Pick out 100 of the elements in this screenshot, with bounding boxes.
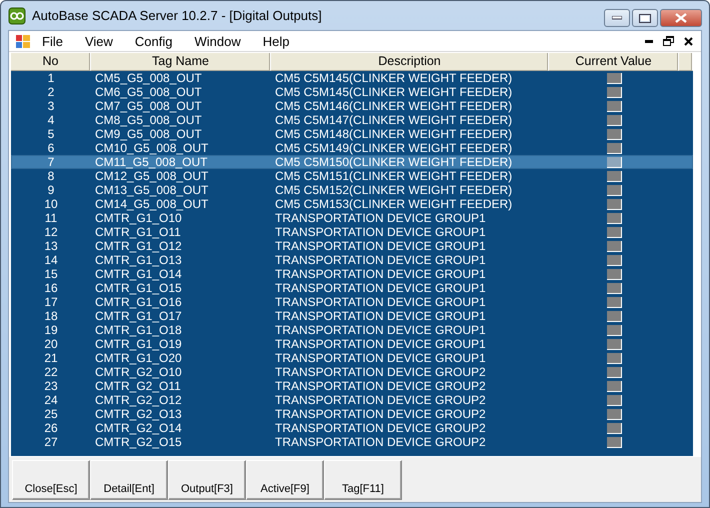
table-cell-text: CMTR_G2_O13 (94, 407, 183, 421)
table-cell-text: CM5 C5M149(CLINKER WEIGHT FEEDER) (274, 141, 514, 155)
maximize-button[interactable] (632, 9, 658, 27)
table-cell-text: 25 (43, 407, 59, 421)
table-cell-text: 6 (46, 141, 56, 155)
table-cell-text: CM5 C5M153(CLINKER WEIGHT FEEDER) (274, 197, 514, 211)
table-cell-text: TRANSPORTATION DEVICE GROUP2 (274, 393, 487, 407)
table-cell-text: 7 (46, 155, 56, 169)
table-cell-text: 20 (43, 337, 59, 351)
table-cell-text: 13 (43, 239, 59, 253)
table-cell-text: CMTR_G2_O14 (94, 421, 183, 435)
table-cell-text: TRANSPORTATION DEVICE GROUP2 (274, 421, 487, 435)
column-header[interactable]: Description (271, 53, 549, 71)
table-cell-text: 17 (43, 295, 59, 309)
restore-icon[interactable] (663, 36, 674, 46)
table-cell-text: CMTR_G2_O10 (94, 365, 183, 379)
table-cell-text: TRANSPORTATION DEVICE GROUP2 (274, 365, 487, 379)
function-button[interactable]: Output[F3] (168, 460, 246, 500)
table-cell-text: 23 (43, 379, 59, 393)
menu-item[interactable]: Help (252, 34, 300, 48)
table-cell-text: 14 (43, 253, 59, 267)
table-cell-text: CM10_G5_008_OUT (94, 141, 210, 155)
table-cell-text: CM8_G5_008_OUT (94, 113, 203, 127)
table-cell-text: 4 (46, 113, 56, 127)
table-cell-text: CM7_G5_008_OUT (94, 99, 203, 113)
table-cell-text: CM5 C5M152(CLINKER WEIGHT FEEDER) (274, 183, 514, 197)
table-cell-text: 1 (46, 71, 56, 85)
table-cell-text: TRANSPORTATION DEVICE GROUP1 (274, 225, 487, 239)
table-cell-text: CM5 C5M148(CLINKER WEIGHT FEEDER) (274, 127, 514, 141)
table-cell-text: 11 (44, 211, 58, 225)
table-cell-text: CMTR_G2_O12 (94, 393, 183, 407)
function-button[interactable]: Detail[Ent] (90, 460, 168, 500)
close-button[interactable] (660, 9, 702, 27)
column-header[interactable]: Tag Name (91, 53, 271, 71)
close-icon (675, 13, 687, 23)
window-title: AutoBase SCADA Server 10.2.7 - [Digital Outputs] (32, 8, 322, 23)
table-cell-text: 16 (43, 281, 59, 295)
table-cell-text: CMTR_G1_O11 (94, 225, 182, 239)
table-cell-text: 24 (43, 393, 59, 407)
menu-item[interactable]: Window (183, 34, 252, 48)
table-cell-text: CM11_G5_008_OUT (94, 155, 208, 169)
table-cell-text: CM5_G5_008_OUT (94, 71, 203, 85)
table-cell-text: 2 (46, 85, 56, 99)
menu-item[interactable]: File (31, 34, 74, 48)
maximize-icon (639, 14, 651, 22)
table-cell-text: CM6_G5_008_OUT (94, 85, 203, 99)
table-cell-text: CM12_G5_008_OUT (94, 169, 210, 183)
table-cell-text: 8 (46, 169, 56, 183)
table-cell-text: CM5 C5M146(CLINKER WEIGHT FEEDER) (274, 99, 514, 113)
table-cell-text: TRANSPORTATION DEVICE GROUP1 (274, 211, 487, 225)
app-logo-icon (8, 6, 26, 24)
table-cell-text: CM5 C5M147(CLINKER WEIGHT FEEDER) (274, 113, 514, 127)
table-cell-text: TRANSPORTATION DEVICE GROUP1 (274, 267, 487, 281)
table-cell-text: TRANSPORTATION DEVICE GROUP1 (274, 239, 487, 253)
table-cell-text: 12 (43, 225, 59, 239)
table-cell-text: CMTR_G1_O10 (94, 211, 183, 225)
table-cell-text: TRANSPORTATION DEVICE GROUP2 (274, 407, 487, 421)
table-cell-text: TRANSPORTATION DEVICE GROUP1 (274, 351, 487, 365)
table-cell-text: TRANSPORTATION DEVICE GROUP1 (274, 281, 487, 295)
column-header[interactable]: No (11, 53, 91, 71)
menu-item[interactable]: Config (124, 34, 184, 48)
table-cell-text: CM13_G5_008_OUT (94, 183, 210, 197)
table-cell-text: CMTR_G1_O18 (94, 323, 183, 337)
minimize-icon[interactable] (645, 40, 653, 42)
column-header[interactable]: Current Value (549, 53, 679, 71)
table-cell-text: 27 (43, 435, 59, 449)
function-button[interactable]: Tag[F11] (324, 460, 402, 500)
table-cell-text: 10 (43, 197, 59, 211)
table-cell-text: 5 (46, 127, 56, 141)
table-cell-text: 19 (43, 323, 59, 337)
table-cell-text: CM14_G5_008_OUT (94, 197, 210, 211)
minimize-button[interactable] (604, 9, 630, 27)
table-cell-text: TRANSPORTATION DEVICE GROUP1 (274, 323, 487, 337)
table-cell-text: CMTR_G1_O15 (94, 281, 183, 295)
table-cell-text: CMTR_G1_O17 (94, 309, 183, 323)
table-cell-text: TRANSPORTATION DEVICE GROUP1 (274, 337, 487, 351)
close-icon[interactable] (684, 36, 693, 46)
table-cell-text: CMTR_G1_O13 (94, 253, 183, 267)
table-cell-text: CMTR_G1_O14 (94, 267, 183, 281)
function-button[interactable]: Active[F9] (246, 460, 324, 500)
table-cell-text: TRANSPORTATION DEVICE GROUP1 (274, 295, 487, 309)
table-cell-text: CMTR_G1_O12 (94, 239, 183, 253)
table-cell-text: CMTR_G2_O15 (94, 435, 183, 449)
table-cell-text: TRANSPORTATION DEVICE GROUP1 (274, 309, 487, 323)
table-cell-text: CM5 C5M145(CLINKER WEIGHT FEEDER) (274, 85, 514, 99)
table-cell-text: CM5 C5M151(CLINKER WEIGHT FEEDER) (274, 169, 514, 183)
table-cell-text: 3 (46, 99, 56, 113)
function-button[interactable]: Close[Esc] (12, 460, 90, 500)
table-cell-text: TRANSPORTATION DEVICE GROUP1 (274, 253, 487, 267)
document-icon[interactable] (15, 33, 31, 49)
menu-item[interactable]: View (74, 34, 124, 48)
table-cell-text: CMTR_G1_O16 (94, 295, 183, 309)
table-cell-text: CM5 C5M145(CLINKER WEIGHT FEEDER) (274, 71, 514, 85)
minimize-icon (612, 16, 622, 20)
table-cell-text: CMTR_G1_O20 (94, 351, 183, 365)
selected-row[interactable]: 7 CM11_G5_008_OUT CM5 C5M150(CLINKER WEIGHT FEEDER) (11, 155, 693, 169)
table-cell-text: TRANSPORTATION DEVICE GROUP2 (274, 379, 487, 393)
table-cell-text: 26 (43, 421, 59, 435)
table-cell-text: 18 (43, 309, 59, 323)
table-cell-text: 9 (46, 183, 56, 197)
